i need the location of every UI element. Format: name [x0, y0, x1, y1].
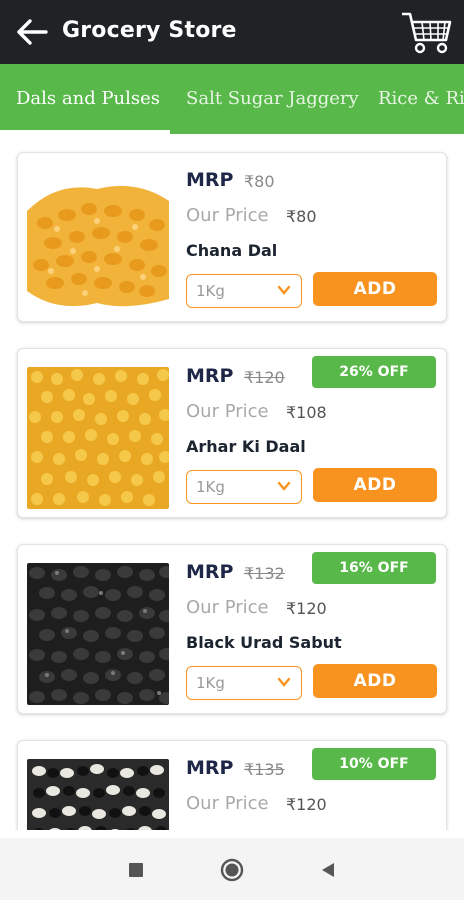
circle-icon[interactable]: [220, 858, 244, 882]
cart-icon[interactable]: [400, 8, 454, 56]
quantity-dropdown[interactable]: 1Kg: [186, 274, 302, 308]
system-nav-bar: [0, 838, 464, 900]
page-title: Grocery Store: [62, 18, 237, 43]
product-name: Chana Dal: [186, 241, 278, 260]
category-tabs: Dals and Pulses Salt Sugar Jaggery Rice …: [0, 64, 464, 134]
mrp-value: ₹80: [244, 172, 275, 191]
our-price-label: Our Price: [186, 597, 269, 618]
product-image-arhar-ki-daal: [27, 367, 169, 509]
product-list[interactable]: MRP ₹80 Our Price ₹80 Chana Dal 1Kg ADD: [0, 134, 464, 830]
our-price-value: ₹120: [286, 795, 327, 814]
quantity-value: 1Kg: [196, 478, 225, 496]
mrp-label: MRP: [186, 561, 234, 583]
add-button[interactable]: ADD: [313, 272, 437, 306]
quantity-dropdown[interactable]: 1Kg: [186, 470, 302, 504]
product-card-4[interactable]: MRP ₹135 10% OFF Our Price ₹120: [17, 740, 447, 830]
quantity-value: 1Kg: [196, 674, 225, 692]
product-name: Arhar Ki Daal: [186, 437, 306, 456]
tab-salt-sugar-jaggery[interactable]: Salt Sugar Jaggery: [186, 88, 359, 109]
discount-badge: 26% OFF: [312, 356, 436, 388]
chevron-down-icon: [277, 481, 291, 491]
chevron-down-icon: [277, 285, 291, 295]
discount-badge: 10% OFF: [312, 748, 436, 780]
mrp-value: ₹132: [244, 564, 285, 583]
product-card-arhar-ki-daal[interactable]: MRP ₹120 26% OFF Our Price ₹108 Arhar Ki…: [17, 348, 447, 518]
quantity-value: 1Kg: [196, 282, 225, 300]
product-name: Black Urad Sabut: [186, 633, 342, 652]
square-icon[interactable]: [124, 858, 148, 882]
product-image-chana-dal: [27, 171, 169, 313]
product-image-4: [27, 759, 169, 830]
our-price-value: ₹80: [286, 207, 317, 226]
mrp-label: MRP: [186, 169, 234, 191]
mrp-value: ₹120: [244, 368, 285, 387]
product-card-black-urad-sabut[interactable]: MRP ₹132 16% OFF Our Price ₹120 Black Ur…: [17, 544, 447, 714]
add-button[interactable]: ADD: [313, 664, 437, 698]
our-price-label: Our Price: [186, 401, 269, 422]
mrp-label: MRP: [186, 365, 234, 387]
discount-badge: 16% OFF: [312, 552, 436, 584]
our-price-label: Our Price: [186, 793, 269, 814]
mrp-value: ₹135: [244, 760, 285, 779]
product-image-black-urad-sabut: [27, 563, 169, 705]
quantity-dropdown[interactable]: 1Kg: [186, 666, 302, 700]
chevron-down-icon: [277, 677, 291, 687]
triangle-back-icon[interactable]: [316, 858, 340, 882]
our-price-label: Our Price: [186, 205, 269, 226]
arrow-left-icon[interactable]: [12, 14, 52, 50]
our-price-value: ₹120: [286, 599, 327, 618]
add-button[interactable]: ADD: [313, 468, 437, 502]
tab-dals-and-pulses[interactable]: Dals and Pulses: [16, 88, 160, 109]
our-price-value: ₹108: [286, 403, 327, 422]
product-card-chana-dal[interactable]: MRP ₹80 Our Price ₹80 Chana Dal 1Kg ADD: [17, 152, 447, 322]
app-bar: Grocery Store: [0, 0, 464, 64]
mrp-label: MRP: [186, 757, 234, 779]
tab-rice[interactable]: Rice & Ric: [378, 88, 464, 109]
